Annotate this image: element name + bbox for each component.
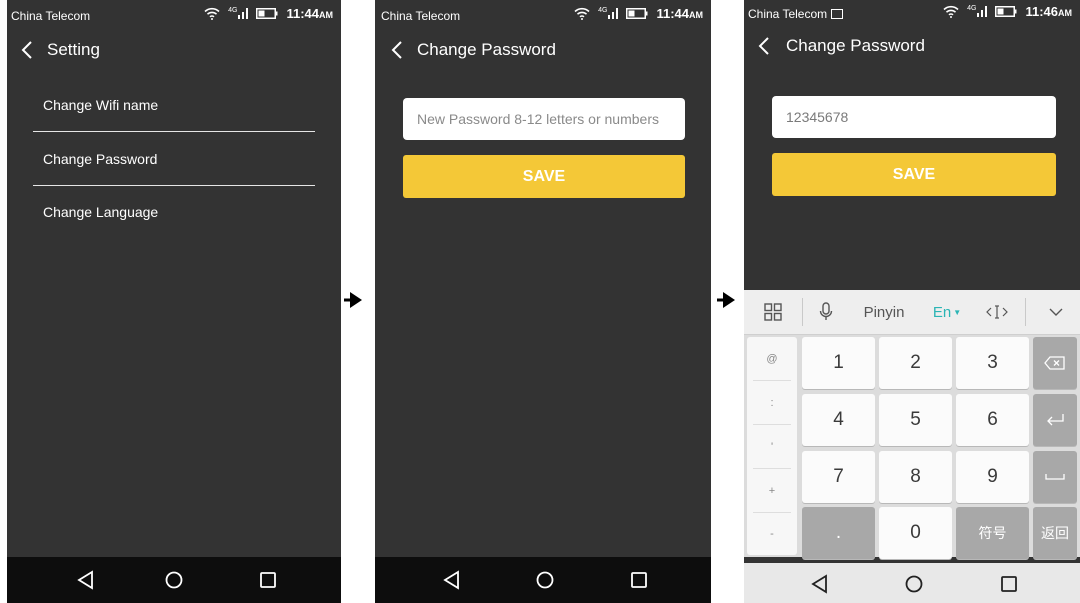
network-type: 4G	[228, 7, 238, 14]
save-button[interactable]: SAVE	[403, 155, 685, 198]
square-recent-icon[interactable]	[997, 572, 1021, 596]
menu-item-change-language[interactable]: Change Language	[33, 185, 315, 239]
system-nav-bar	[7, 557, 341, 603]
mic-icon[interactable]	[810, 290, 842, 334]
side-key-colon[interactable]: :	[747, 381, 797, 424]
app-bar: Change Password	[375, 32, 711, 68]
network-type: 4G	[967, 5, 977, 12]
new-password-input[interactable]	[403, 98, 685, 140]
status-clock: 11:44AM	[286, 6, 333, 21]
cursor-icon[interactable]	[980, 290, 1014, 334]
circle-home-icon[interactable]	[533, 568, 557, 592]
menu-item-label: Change Password	[43, 151, 158, 167]
keyboard-toolbar: Pinyin En ▼	[744, 290, 1080, 335]
menu-item-label: Change Wifi name	[43, 97, 159, 113]
key-2[interactable]: 2	[879, 337, 952, 389]
wifi-icon	[204, 7, 220, 20]
app-bar: Setting	[7, 32, 341, 68]
key-8[interactable]: 8	[879, 451, 952, 503]
page-title: Setting	[47, 40, 100, 59]
status-bar: China Telecom 4G 11:44AM	[375, 0, 711, 32]
carrier-label: China Telecom	[11, 9, 91, 23]
status-clock: 11:46AM	[1025, 4, 1072, 19]
battery-icon	[626, 8, 648, 19]
signal-icon: 4G	[228, 7, 249, 19]
wifi-icon	[574, 7, 590, 20]
backspace-icon	[1044, 356, 1065, 370]
key-3[interactable]: 3	[956, 337, 1029, 389]
back-chevron-icon[interactable]	[15, 36, 41, 64]
language-label: En	[932, 303, 952, 321]
space-key[interactable]	[1033, 451, 1077, 503]
back-chevron-icon[interactable]	[385, 36, 411, 64]
system-nav-bar	[744, 563, 1080, 603]
menu-item-change-wifi-name[interactable]: Change Wifi name	[33, 78, 315, 132]
page-title: Change Password	[786, 36, 925, 55]
settings-screen: China Telecom 4G 11:44AM Setting Change …	[7, 0, 341, 603]
right-arrow-icon	[717, 292, 735, 308]
signal-icon: 4G	[598, 7, 619, 19]
triangle-back-icon[interactable]	[808, 572, 832, 596]
side-key-plus[interactable]: +	[747, 469, 797, 512]
key-4[interactable]: 4	[802, 394, 875, 446]
pinyin-mode[interactable]: Pinyin	[856, 290, 912, 334]
enter-key[interactable]	[1033, 394, 1077, 446]
menu-item-change-password[interactable]: Change Password	[33, 132, 315, 186]
symbols-key[interactable]: 符号	[956, 507, 1029, 559]
enter-icon	[1047, 414, 1064, 426]
side-key-minus[interactable]: -	[747, 512, 797, 555]
circle-home-icon[interactable]	[162, 568, 186, 592]
app-bar: Change Password	[744, 28, 1080, 64]
square-recent-icon[interactable]	[627, 568, 651, 592]
key-6[interactable]: 6	[956, 394, 1029, 446]
side-key-at[interactable]: @	[747, 337, 797, 380]
toolbar-divider	[802, 298, 803, 326]
chevron-down-icon[interactable]	[1036, 290, 1076, 334]
signal-icon: 4G	[967, 5, 988, 17]
toolbar-divider	[1025, 298, 1026, 326]
dot-key[interactable]: .	[802, 507, 875, 559]
language-switch[interactable]: En ▼	[930, 290, 964, 334]
key-7[interactable]: 7	[802, 451, 875, 503]
caret-down-icon: ▼	[953, 307, 962, 317]
carrier-label: China Telecom	[381, 9, 461, 23]
triangle-back-icon[interactable]	[74, 568, 98, 592]
wifi-icon	[943, 5, 959, 18]
side-key-apostrophe[interactable]: '	[747, 425, 797, 468]
key-1[interactable]: 1	[802, 337, 875, 389]
status-bar: China Telecom 4G 11:44AM	[7, 0, 341, 32]
circle-home-icon[interactable]	[902, 572, 926, 596]
triangle-back-icon[interactable]	[440, 568, 464, 592]
backspace-key[interactable]	[1033, 337, 1077, 389]
system-nav-bar	[375, 557, 711, 603]
numeric-keyboard: Pinyin En ▼ @ : ' + - 1 2 3 4 5 6 7 8 9 …	[744, 290, 1080, 559]
grid-icon[interactable]	[750, 290, 796, 334]
battery-icon	[256, 8, 278, 19]
space-icon	[1045, 474, 1065, 480]
right-arrow-icon	[344, 292, 362, 308]
change-password-screen: China Telecom 4G 11:44AM Change Password…	[375, 0, 711, 603]
status-clock: 11:44AM	[656, 6, 703, 21]
back-chevron-icon[interactable]	[752, 32, 778, 60]
network-type: 4G	[598, 7, 608, 14]
new-password-input[interactable]	[772, 96, 1056, 138]
menu-item-label: Change Language	[43, 204, 159, 220]
carrier-label: China Telecom	[748, 7, 844, 21]
page-title: Change Password	[417, 40, 556, 59]
key-0[interactable]: 0	[879, 507, 952, 559]
save-button[interactable]: SAVE	[772, 153, 1056, 196]
return-key[interactable]: 返回	[1033, 507, 1077, 559]
key-9[interactable]: 9	[956, 451, 1029, 503]
key-5[interactable]: 5	[879, 394, 952, 446]
square-recent-icon[interactable]	[256, 568, 280, 592]
battery-icon	[995, 6, 1017, 17]
keyboard-indicator-icon	[831, 9, 844, 19]
symbol-side-panel: @ : ' + -	[747, 337, 797, 555]
change-password-typing-screen: China Telecom 4G 11:46AM Change Password…	[744, 0, 1080, 603]
